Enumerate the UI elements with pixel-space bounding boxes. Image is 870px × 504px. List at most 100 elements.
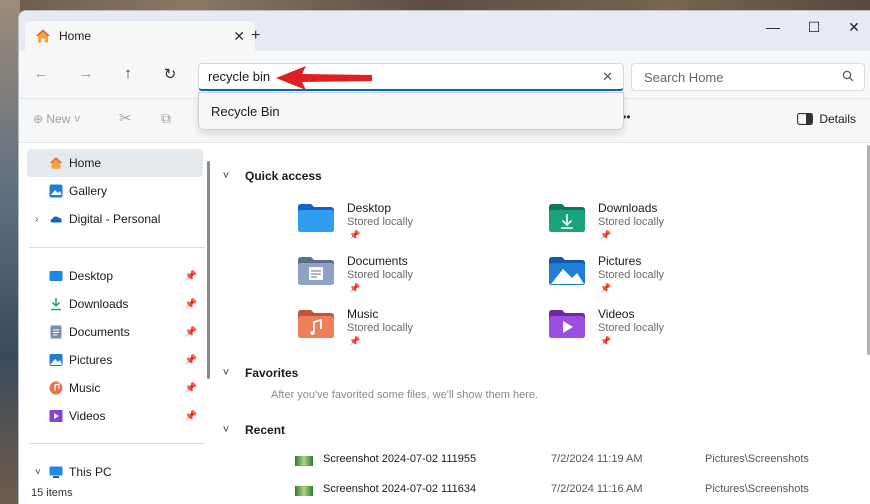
pin-icon[interactable]: 📌 xyxy=(185,271,197,282)
plus-circle-icon: ⊕ xyxy=(33,112,47,126)
sidebar-item-label: Pictures xyxy=(69,353,113,367)
sidebar-item-gallery[interactable]: Gallery xyxy=(27,177,203,205)
desktop-icon xyxy=(49,271,63,281)
details-button[interactable]: Details xyxy=(797,112,856,126)
new-label: New xyxy=(46,112,71,126)
sidebar-item-onedrive[interactable]: › Digital - Personal xyxy=(27,205,203,233)
address-bar[interactable]: recycle bin ✕ xyxy=(198,63,624,91)
onedrive-icon xyxy=(50,216,62,223)
pictures-folder-icon xyxy=(549,257,585,285)
file-name: Screenshot 2024-07-02 111634 xyxy=(323,483,477,495)
recent-file-row[interactable]: Screenshot 2024-07-02 111955 7/2/2024 11… xyxy=(295,451,855,475)
recent-header[interactable]: ˅ Recent xyxy=(223,423,286,437)
folder-documents[interactable]: Documents Stored locally 📌 xyxy=(297,250,497,298)
new-tab-button[interactable]: + xyxy=(251,27,260,45)
suggestion-label: Recycle Bin xyxy=(211,104,280,119)
home-icon xyxy=(49,157,63,169)
refresh-button[interactable]: ↻ xyxy=(160,65,180,83)
chevron-down-icon[interactable]: ˅ xyxy=(35,467,41,478)
maximize-button[interactable]: ☐ xyxy=(804,19,824,36)
file-date: 7/2/2024 11:19 AM xyxy=(551,453,643,465)
sidebar-item-label: Videos xyxy=(69,409,106,423)
sidebar-item-label: Documents xyxy=(69,325,130,339)
cut-icon[interactable]: ✂ xyxy=(119,109,132,127)
annotation-arrow-icon xyxy=(276,66,372,90)
recent-file-row[interactable]: Screenshot 2024-07-02 111634 7/2/2024 11… xyxy=(295,481,855,504)
tab-home[interactable]: Home ✕ xyxy=(25,21,255,51)
forward-button[interactable]: → xyxy=(76,65,96,82)
favorites-header[interactable]: ˅ Favorites xyxy=(223,366,299,380)
sidebar-item-label: Gallery xyxy=(69,184,108,198)
clear-address-button[interactable]: ✕ xyxy=(602,69,613,85)
image-thumbnail-icon xyxy=(295,456,313,466)
chevron-down-icon[interactable]: ˅ xyxy=(219,367,233,379)
status-item-count: 15 items xyxy=(31,487,73,499)
folder-videos[interactable]: Videos Stored locally 📌 xyxy=(548,303,748,351)
folder-name: Videos xyxy=(598,307,635,321)
quick-access-header[interactable]: ˅ Quick access xyxy=(223,169,322,183)
folder-status: Stored locally xyxy=(347,322,414,334)
sidebar-item-home[interactable]: Home xyxy=(27,149,203,177)
sidebar-item-desktop[interactable]: Desktop 📌 xyxy=(27,262,203,290)
folder-music[interactable]: Music Stored locally 📌 xyxy=(297,303,497,351)
folder-name: Documents xyxy=(347,254,408,268)
search-box[interactable]: Search Home xyxy=(631,63,865,91)
sidebar-item-videos[interactable]: Videos 📌 xyxy=(27,402,203,430)
folder-downloads[interactable]: Downloads Stored locally 📌 xyxy=(548,197,748,245)
documents-folder-icon xyxy=(298,257,334,285)
folder-desktop[interactable]: Desktop Stored locally 📌 xyxy=(297,197,497,245)
section-title: Recent xyxy=(245,423,286,437)
folder-name: Downloads xyxy=(598,201,658,215)
file-location: Pictures\Screenshots xyxy=(705,453,809,465)
up-button[interactable]: ↑ xyxy=(118,65,138,82)
chevron-right-icon[interactable]: › xyxy=(35,214,38,225)
sidebar-item-label: Digital - Personal xyxy=(69,212,161,226)
pin-icon[interactable]: 📌 xyxy=(185,327,197,338)
music-folder-icon xyxy=(298,310,334,338)
favorites-empty-message: After you've favorited some files, we'll… xyxy=(271,389,539,401)
close-tab-button[interactable]: ✕ xyxy=(233,28,245,45)
sidebar-scrollbar[interactable] xyxy=(207,161,210,379)
videos-icon xyxy=(49,410,63,422)
sidebar-item-downloads[interactable]: Downloads 📌 xyxy=(27,290,203,318)
chevron-down-icon[interactable]: ˅ xyxy=(219,170,233,182)
section-title: Quick access xyxy=(245,169,322,183)
pin-icon: 📌 xyxy=(600,230,612,240)
sidebar-item-label: Downloads xyxy=(69,297,129,311)
sidebar-item-music[interactable]: Music 📌 xyxy=(27,374,203,402)
section-title: Favorites xyxy=(245,366,299,380)
folder-status: Stored locally xyxy=(347,216,414,228)
address-suggestion[interactable]: Recycle Bin xyxy=(198,92,624,130)
file-explorer-window: Home ✕ + — ☐ ✕ ← → ↑ ↻ recycle bin ✕ Sea… xyxy=(18,10,870,504)
home-icon xyxy=(36,29,50,43)
pin-icon[interactable]: 📌 xyxy=(185,411,197,422)
tab-title: Home xyxy=(59,29,92,43)
sidebar-item-this-pc[interactable]: ˅ This PC xyxy=(27,458,203,486)
sidebar-item-pictures[interactable]: Pictures 📌 xyxy=(27,346,203,374)
folder-name: Desktop xyxy=(347,201,392,215)
pin-icon[interactable]: 📌 xyxy=(185,383,197,394)
folder-pictures[interactable]: Pictures Stored locally 📌 xyxy=(548,250,748,298)
folder-status: Stored locally xyxy=(598,269,665,281)
new-button[interactable]: ⊕ New ˅ xyxy=(33,112,81,126)
pin-icon[interactable]: 📌 xyxy=(185,299,197,310)
minimize-button[interactable]: — xyxy=(763,19,783,35)
desktop-folder-icon xyxy=(298,204,334,232)
sidebar-divider xyxy=(29,443,205,444)
pin-icon: 📌 xyxy=(349,283,361,293)
pin-icon: 📌 xyxy=(600,336,612,346)
sidebar-item-documents[interactable]: Documents 📌 xyxy=(27,318,203,346)
search-input[interactable]: Search Home xyxy=(644,70,723,85)
chevron-down-icon[interactable]: ˅ xyxy=(219,424,233,436)
pin-icon[interactable]: 📌 xyxy=(185,355,197,366)
details-pane-icon xyxy=(797,113,814,125)
close-window-button[interactable]: ✕ xyxy=(844,19,864,36)
file-date: 7/2/2024 11:16 AM xyxy=(551,483,643,495)
back-button[interactable]: ← xyxy=(31,65,51,82)
address-input[interactable]: recycle bin xyxy=(208,69,270,84)
copy-icon[interactable]: ⧉ xyxy=(161,110,171,127)
sidebar-divider xyxy=(29,247,205,248)
folder-status: Stored locally xyxy=(347,269,414,281)
main-content: ˅ Quick access Desktop Stored locally 📌 … xyxy=(219,143,870,496)
music-icon xyxy=(49,381,63,395)
